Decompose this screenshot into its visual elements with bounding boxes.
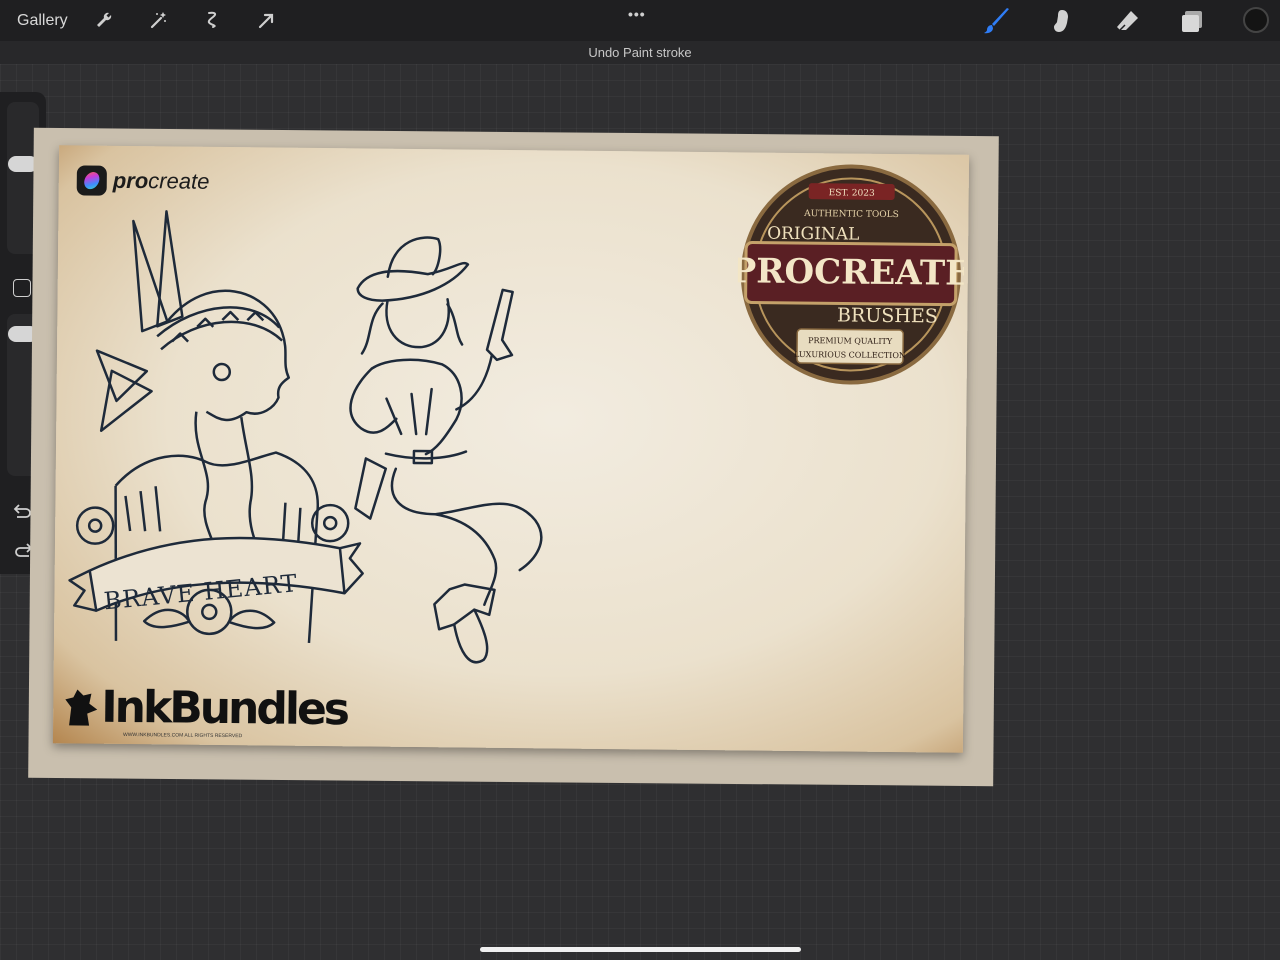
gallery-button[interactable]: Gallery [17, 12, 68, 30]
procreate-app: Gallery ••• Undo Paint stroke procreate … [0, 0, 1280, 960]
undo-notification: Undo Paint stroke [0, 41, 1280, 64]
badge-brushes: BRUSHES [837, 304, 938, 327]
inkbundles-wordmark: InkBundles [101, 681, 348, 736]
badge-luxurious: LUXURIOUS COLLECTION [794, 350, 906, 360]
smudge-icon[interactable] [1047, 6, 1077, 36]
top-toolbar: Gallery ••• [0, 0, 1280, 41]
more-options-icon[interactable]: ••• [628, 6, 646, 22]
color-picker-button[interactable] [1243, 7, 1269, 33]
badge-est: EST. 2023 [829, 188, 875, 198]
procreate-wordmark: procreate [112, 167, 210, 194]
inkbundles-copyright: WWW.INKBUNDLES.COM ALL RIGHTS RESERVED [122, 731, 243, 740]
transform-icon[interactable] [254, 8, 278, 32]
modifier-button[interactable] [13, 279, 31, 297]
badge-authentic: AUTHENTIC TOOLS [803, 209, 899, 220]
inkbundles-logo: InkBundles WWW.INKBUNDLES.COM ALL RIGHTS… [61, 681, 348, 739]
procreate-logo: procreate [76, 165, 210, 196]
badge-premium: PREMIUM QUALITY [808, 336, 893, 346]
brush-icon[interactable] [982, 6, 1012, 36]
home-indicator[interactable] [480, 947, 801, 952]
cowgirl-illustration [349, 236, 543, 664]
artwork-canvas[interactable]: procreate BRAVE HEART EST. 2023 AUTHENTI… [52, 145, 970, 753]
badge-original: ORIGINAL [767, 224, 859, 245]
procreate-mark-icon [76, 165, 107, 196]
eraser-icon[interactable] [1112, 6, 1142, 36]
wrench-icon[interactable] [92, 8, 116, 32]
layers-icon[interactable] [1177, 6, 1207, 36]
magic-wand-icon[interactable] [146, 8, 170, 32]
procreate-brushes-badge: EST. 2023 AUTHENTIC TOOLS ORIGINAL PROCR… [737, 164, 965, 385]
lion-icon [65, 689, 98, 726]
badge-procreate: PROCREATE [737, 251, 965, 294]
selection-icon[interactable] [200, 8, 224, 32]
